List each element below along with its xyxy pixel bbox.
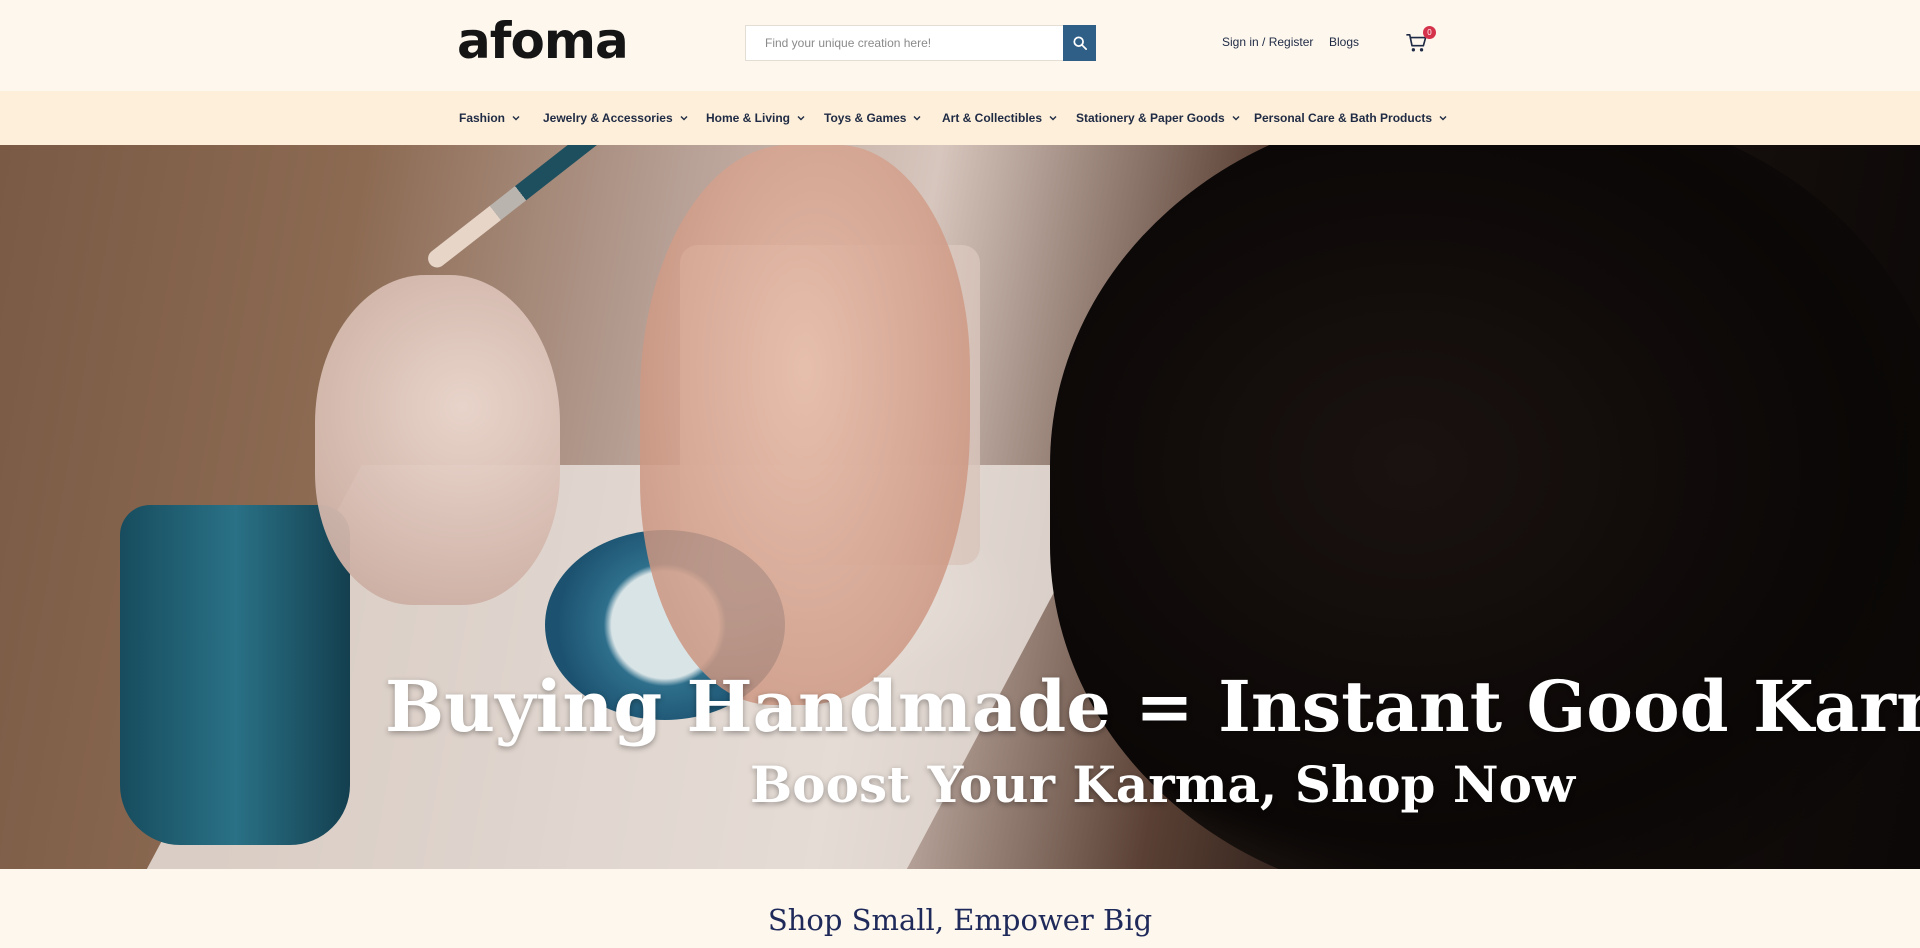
nav-item-label: Jewelry & Accessories	[543, 111, 673, 125]
site-logo[interactable]: afoma	[457, 12, 629, 70]
hero-banner[interactable]: Buying Handmade = Instant Good Karma Boo…	[0, 145, 1920, 869]
hero-image-ceramic-cup	[315, 275, 560, 605]
site-header: afoma Sign in / Register Blogs 0	[0, 0, 1920, 91]
nav-item-label: Home & Living	[706, 111, 791, 125]
nav-item-fashion[interactable]: Fashion	[459, 91, 521, 145]
nav-item-label: Toys & Games	[824, 111, 907, 125]
chevron-down-icon	[797, 116, 805, 121]
cart-count-badge: 0	[1423, 26, 1436, 39]
section-title: Shop Small, Empower Big	[767, 903, 1153, 937]
nav-item-label: Stationery & Paper Goods	[1076, 111, 1225, 125]
search-icon	[1072, 36, 1087, 50]
chevron-down-icon	[1232, 116, 1240, 121]
hero-title: Buying Handmade = Instant Good Karma	[385, 665, 1920, 748]
chevron-down-icon	[1049, 116, 1057, 121]
nav-item-toys-games[interactable]: Toys & Games	[824, 91, 922, 145]
blogs-link[interactable]: Blogs	[1329, 35, 1359, 49]
search-input[interactable]	[745, 25, 1063, 61]
nav-item-personal-care-bath[interactable]: Personal Care & Bath Products	[1254, 91, 1448, 145]
nav-item-art-collectibles[interactable]: Art & Collectibles	[942, 91, 1058, 145]
chevron-down-icon	[680, 116, 688, 121]
signin-register-link[interactable]: Sign in / Register	[1222, 35, 1313, 49]
nav-item-label: Art & Collectibles	[942, 111, 1043, 125]
chevron-down-icon	[913, 116, 921, 121]
chevron-down-icon	[1439, 116, 1447, 121]
nav-item-label: Fashion	[459, 111, 506, 125]
category-nav: Fashion Jewelry & Accessories Home & Liv…	[0, 91, 1920, 145]
nav-item-stationery-paper-goods[interactable]: Stationery & Paper Goods	[1076, 91, 1241, 145]
chevron-down-icon	[512, 116, 520, 121]
nav-item-jewelry-accessories[interactable]: Jewelry & Accessories	[543, 91, 689, 145]
search-bar	[745, 25, 1096, 61]
nav-item-label: Personal Care & Bath Products	[1254, 111, 1433, 125]
hero-cta[interactable]: Boost Your Karma, Shop Now	[0, 755, 1920, 814]
hero-image-hands	[640, 145, 970, 705]
nav-item-home-living[interactable]: Home & Living	[706, 91, 806, 145]
search-button[interactable]	[1063, 25, 1096, 61]
